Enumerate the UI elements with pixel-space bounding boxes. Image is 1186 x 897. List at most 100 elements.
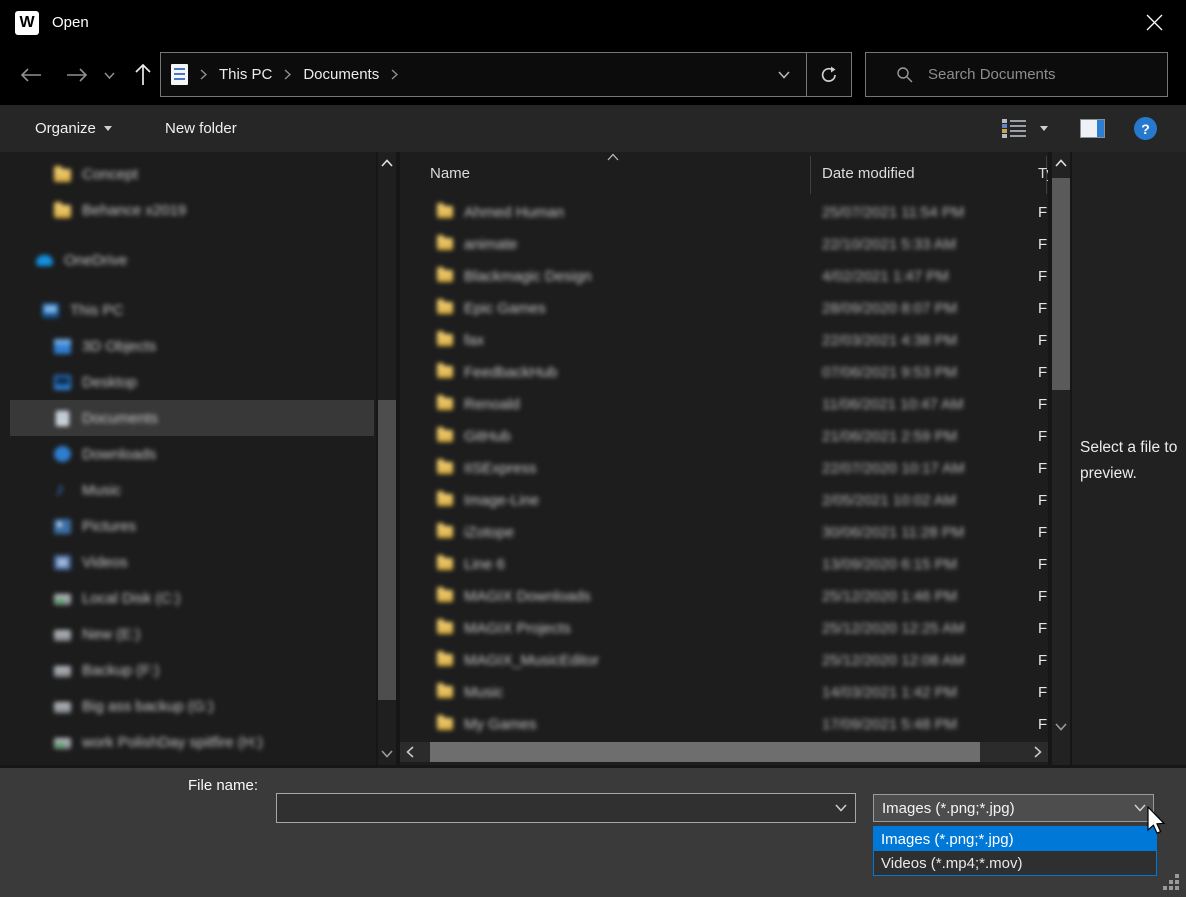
sidebar-item[interactable]: Big ass backup (G:) <box>10 688 374 724</box>
horizontal-scrollbar[interactable] <box>400 742 1048 762</box>
breadcrumb-documents[interactable]: Documents <box>303 66 379 83</box>
file-type-option[interactable]: Images (*.png;*.jpg) <box>874 827 1156 851</box>
breadcrumb-chevron-icon <box>391 69 398 80</box>
sidebar-scrollbar[interactable] <box>378 152 396 765</box>
sidebar-item[interactable]: Downloads <box>10 436 374 472</box>
file-row[interactable]: Renoald 11/06/2021 10:47 AM F <box>400 388 1048 420</box>
sidebar-item[interactable]: New (E:) <box>10 616 374 652</box>
scrollbar-thumb[interactable] <box>378 400 396 700</box>
organize-button[interactable]: Organize <box>35 105 112 152</box>
folder-icon <box>437 302 453 314</box>
sidebar-item[interactable]: 3D Objects <box>10 328 374 364</box>
file-type-combobox[interactable]: Images (*.png;*.jpg) <box>873 794 1154 822</box>
file-row[interactable]: MAGIX Downloads 25/12/2020 1:46 PM F <box>400 580 1048 612</box>
sidebar-item[interactable]: Videos <box>10 544 374 580</box>
close-icon <box>1146 14 1163 31</box>
column-divider[interactable] <box>810 156 811 194</box>
search-box[interactable] <box>865 52 1168 97</box>
organize-label: Organize <box>35 120 96 137</box>
sidebar-item[interactable]: Backup (F:) <box>10 652 374 688</box>
address-bar[interactable]: This PC Documents <box>160 52 852 97</box>
file-type-option[interactable]: Videos (*.mp4;*.mov) <box>874 851 1156 875</box>
file-row[interactable]: FeedbackHub 07/06/2021 9:53 PM F <box>400 356 1048 388</box>
scroll-down-icon[interactable] <box>378 745 396 763</box>
file-row-date-modified: 22/07/2020 10:17 AM <box>822 460 965 477</box>
scroll-up-icon[interactable] <box>378 154 396 172</box>
sidebar-item[interactable]: Music <box>10 472 374 508</box>
chevron-down-icon[interactable] <box>827 804 855 812</box>
sidebar-item[interactable]: Desktop <box>10 364 374 400</box>
scroll-down-icon[interactable] <box>1052 718 1070 736</box>
address-dropdown-button[interactable] <box>762 53 806 96</box>
column-header-type[interactable]: Ty <box>1038 165 1048 182</box>
folder-icon <box>437 590 453 602</box>
back-button[interactable] <box>14 61 48 89</box>
sidebar-item[interactable]: Concept <box>10 156 374 192</box>
scrollbar-thumb[interactable] <box>430 742 980 762</box>
documents-icon <box>56 411 69 426</box>
file-list-scrollbar[interactable] <box>1052 152 1070 765</box>
file-name-input[interactable] <box>277 800 827 817</box>
mouse-cursor-icon <box>1146 806 1170 838</box>
file-name-combobox[interactable] <box>276 793 856 823</box>
file-row[interactable]: MAGIX Projects 25/12/2020 12:25 AM F <box>400 612 1048 644</box>
new-folder-button[interactable]: New folder <box>165 105 237 152</box>
sidebar-item[interactable]: Pictures <box>10 508 374 544</box>
preview-pane-button[interactable] <box>1080 105 1105 152</box>
column-header-date-modified[interactable]: Date modified <box>822 165 915 182</box>
arrow-right-icon <box>66 68 88 82</box>
search-input[interactable] <box>928 66 1148 83</box>
forward-button[interactable] <box>60 61 94 89</box>
sidebar-item[interactable]: This PC <box>10 292 374 328</box>
sidebar-item[interactable]: OneDrive <box>10 242 374 278</box>
file-row-date-modified: 25/07/2021 11:54 PM <box>822 204 964 221</box>
file-row[interactable]: Music 14/03/2021 1:42 PM F <box>400 676 1048 708</box>
scroll-up-icon[interactable] <box>1052 154 1070 172</box>
file-row[interactable]: MAGIX_MusicEditor 25/12/2020 12:08 AM F <box>400 644 1048 676</box>
preview-pane-icon <box>1080 119 1105 138</box>
file-row[interactable]: GitHub 21/06/2021 2:59 PM F <box>400 420 1048 452</box>
breadcrumb-this-pc[interactable]: This PC <box>219 66 272 83</box>
file-row[interactable]: Line 6 13/09/2020 6:15 PM F <box>400 548 1048 580</box>
dialog-content: Concept Behance x2019 OneDrive This PC 3… <box>0 152 1186 768</box>
recent-locations-button[interactable] <box>96 61 122 89</box>
file-row[interactable]: Blackmagic Design 4/02/2021 1:47 PM F <box>400 260 1048 292</box>
folder-icon <box>437 526 453 538</box>
view-options-caret[interactable] <box>1040 105 1048 152</box>
column-header-name[interactable]: Name <box>430 165 470 182</box>
scrollbar-thumb[interactable] <box>1052 178 1070 390</box>
file-row[interactable]: iZotope 30/06/2021 11:28 PM F <box>400 516 1048 548</box>
sidebar-item[interactable]: work PolishDay spitfire (H:) <box>10 724 374 760</box>
file-row-type: F <box>1038 684 1048 701</box>
file-row[interactable]: IISExpress 22/07/2020 10:17 AM F <box>400 452 1048 484</box>
resize-grip-icon[interactable] <box>1175 886 1179 890</box>
close-button[interactable] <box>1130 0 1178 45</box>
file-row[interactable]: Image-Line 2/05/2021 10:02 AM F <box>400 484 1048 516</box>
file-row[interactable]: My Games 17/09/2021 5:48 PM F <box>400 708 1048 740</box>
refresh-button[interactable] <box>807 53 851 96</box>
scroll-left-icon[interactable] <box>400 742 420 762</box>
file-row[interactable]: Ahmed Human 25/07/2021 11:54 PM F <box>400 196 1048 228</box>
breadcrumb-chevron-icon <box>284 69 291 80</box>
folder-icon <box>437 398 453 410</box>
sidebar-item-label: work PolishDay spitfire (H:) <box>82 734 263 751</box>
sidebar-item[interactable]: Documents <box>10 400 374 436</box>
chevron-down-icon <box>104 72 115 79</box>
change-view-button[interactable] <box>1002 105 1028 152</box>
file-row-type: F <box>1038 524 1048 541</box>
scroll-right-icon[interactable] <box>1028 742 1048 762</box>
chevron-down-icon <box>778 71 790 79</box>
up-button[interactable] <box>126 61 160 89</box>
sidebar-item-label: New (E:) <box>82 626 140 643</box>
file-row[interactable]: animate 22/10/2021 5:33 AM F <box>400 228 1048 260</box>
file-row-type: F <box>1038 716 1048 733</box>
window-title: Open <box>52 14 89 31</box>
file-row-name: Image-Line <box>464 492 539 509</box>
sidebar-item[interactable]: Local Disk (C:) <box>10 580 374 616</box>
drive-icon <box>54 702 71 713</box>
file-row[interactable]: Epic Games 28/09/2020 8:07 PM F <box>400 292 1048 324</box>
file-row-name: FeedbackHub <box>464 364 557 381</box>
help-button[interactable]: ? <box>1134 105 1157 152</box>
sidebar-item[interactable]: Behance x2019 <box>10 192 374 228</box>
file-row[interactable]: fax 22/03/2021 4:38 PM F <box>400 324 1048 356</box>
